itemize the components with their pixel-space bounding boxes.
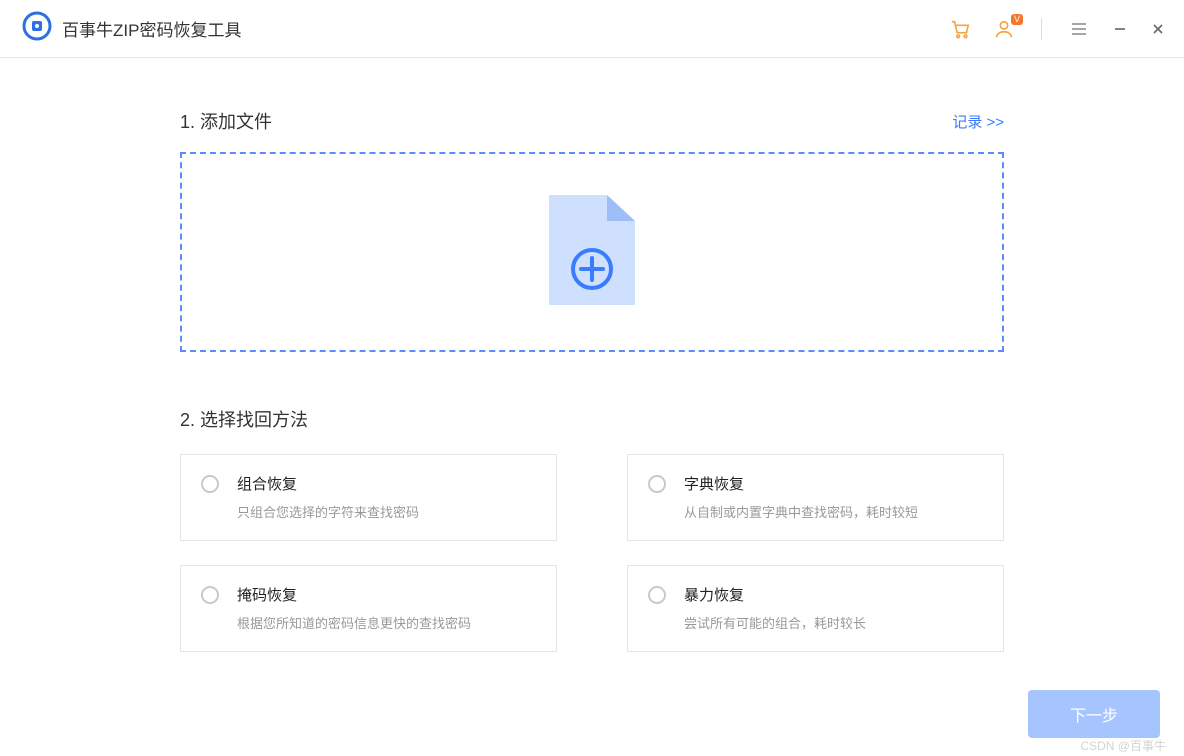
app-title: 百事牛ZIP密码恢复工具 [62,16,241,41]
logo-wrap: 百事牛ZIP密码恢复工具 [22,11,241,46]
option-title: 掩码恢复 [237,584,471,605]
user-badge: V [1011,14,1023,25]
minimize-button[interactable] [1112,21,1128,37]
records-link[interactable]: 记录 >> [952,111,1004,132]
divider [1041,18,1042,40]
radio-icon [648,475,666,493]
option-desc: 只组合您选择的字符来查找密码 [237,504,419,522]
next-button[interactable]: 下一步 [1028,690,1160,738]
file-dropzone[interactable] [180,152,1004,352]
option-title: 暴力恢复 [684,584,866,605]
cart-icon[interactable] [949,18,971,40]
app-logo-icon [22,11,52,46]
section1-title: 1. 添加文件 [180,108,272,134]
option-title: 字典恢复 [684,473,918,494]
main-content: 1. 添加文件 记录 >> 2. 选择找回方法 组合恢复 只组合您选择的字符来查… [0,58,1184,652]
titlebar-actions: V [949,18,1166,40]
user-icon[interactable]: V [993,18,1015,40]
radio-icon [648,586,666,604]
section1-header: 1. 添加文件 记录 >> [180,108,1004,134]
section2-title: 2. 选择找回方法 [180,406,1004,432]
option-mask[interactable]: 掩码恢复 根据您所知道的密码信息更快的查找密码 [180,565,557,652]
option-bruteforce[interactable]: 暴力恢复 尝试所有可能的组合，耗时较长 [627,565,1004,652]
option-title: 组合恢复 [237,473,419,494]
watermark: CSDN @百事牛 [1080,737,1166,754]
option-desc: 从自制或内置字典中查找密码，耗时较短 [684,504,918,522]
close-button[interactable] [1150,21,1166,37]
option-desc: 尝试所有可能的组合，耗时较长 [684,615,866,633]
options-grid: 组合恢复 只组合您选择的字符来查找密码 字典恢复 从自制或内置字典中查找密码，耗… [180,454,1004,652]
add-file-icon [545,191,639,314]
titlebar: 百事牛ZIP密码恢复工具 V [0,0,1184,58]
radio-icon [201,475,219,493]
menu-icon[interactable] [1068,18,1090,40]
option-combination[interactable]: 组合恢复 只组合您选择的字符来查找密码 [180,454,557,541]
option-dictionary[interactable]: 字典恢复 从自制或内置字典中查找密码，耗时较短 [627,454,1004,541]
option-desc: 根据您所知道的密码信息更快的查找密码 [237,615,471,633]
radio-icon [201,586,219,604]
